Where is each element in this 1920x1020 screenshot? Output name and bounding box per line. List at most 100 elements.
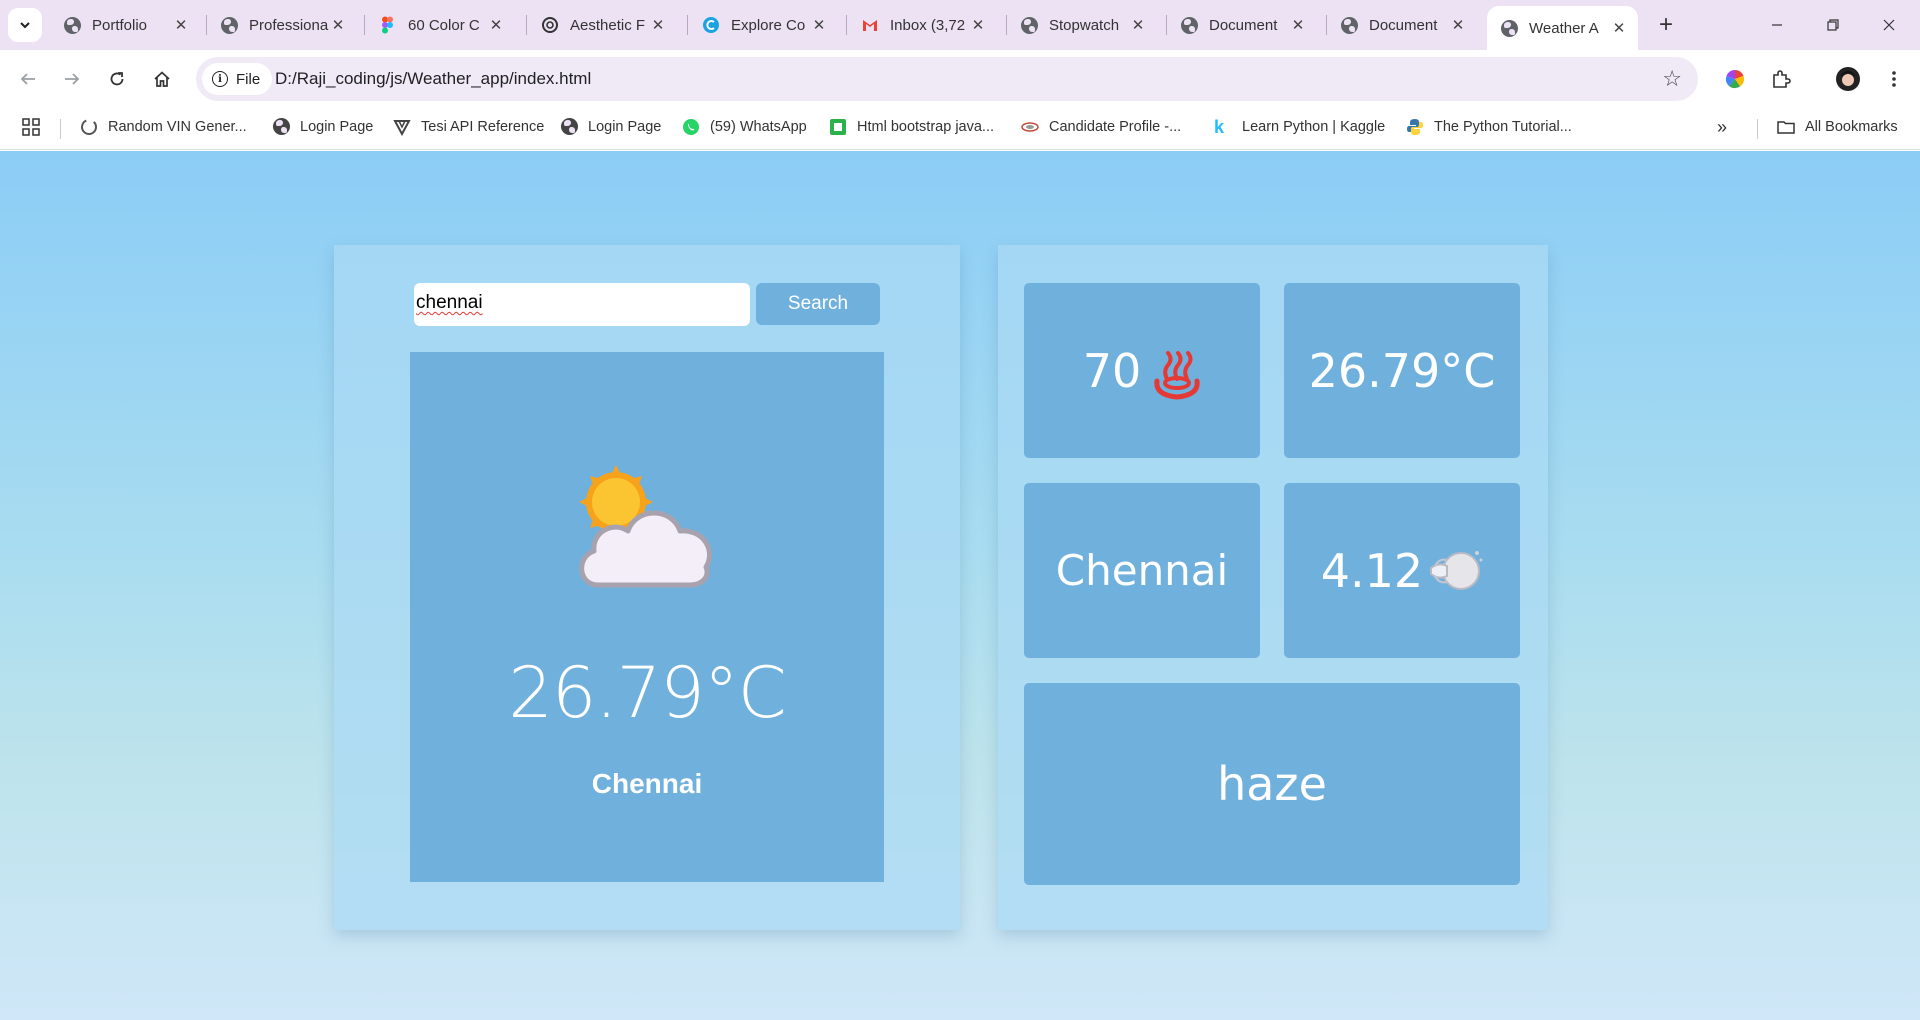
bookmark-label: Tesi API Reference [421, 119, 545, 135]
bookmark-python-tutorial[interactable]: The Python Tutorial... [1406, 118, 1572, 136]
description-tile: haze [1024, 683, 1520, 885]
close-icon[interactable]: ✕ [172, 16, 190, 34]
openai-icon [542, 17, 558, 33]
bookmark-star-icon[interactable]: ☆ [1662, 66, 1682, 92]
reload-button[interactable] [101, 63, 133, 95]
close-icon[interactable]: ✕ [649, 16, 667, 34]
extensions-button[interactable] [1765, 63, 1797, 95]
main-temperature: 26.79°C [508, 652, 786, 734]
city-search-input[interactable] [414, 283, 750, 326]
forward-button[interactable] [56, 63, 88, 95]
hot-springs-icon [1153, 350, 1201, 401]
kebab-menu-icon [1892, 71, 1896, 87]
tab-document-2[interactable]: Document ✕ [1327, 6, 1477, 44]
bookmark-candidate-profile[interactable]: Candidate Profile -... [1021, 118, 1181, 136]
arrow-right-icon [65, 73, 80, 85]
more-bookmarks-button[interactable]: » [1717, 117, 1727, 138]
bookmark-label: Login Page [588, 118, 662, 135]
temperature-tile: 26.79°C [1284, 283, 1520, 458]
main-city: Chennai [591, 768, 703, 799]
address-bar[interactable]: i File D:/Raji_coding/js/Weather_app/ind… [196, 57, 1698, 101]
tab-title: Explore Co [731, 16, 806, 34]
current-weather-card: 26.79°C Chennai [410, 352, 884, 882]
bookmark-html-bootstrap[interactable]: Html bootstrap java... [829, 118, 994, 136]
tab-weather-app[interactable]: Weather A ✕ [1487, 6, 1638, 50]
search-button[interactable]: Search [756, 283, 880, 325]
humidity-value: 70 [1082, 343, 1142, 398]
browser-menu-button[interactable] [1878, 63, 1910, 95]
close-window-button[interactable] [1861, 0, 1917, 50]
tab-aesthetic[interactable]: Aesthetic F ✕ [527, 6, 677, 44]
color-extension-button[interactable] [1719, 63, 1751, 95]
minimize-icon [1772, 24, 1782, 26]
globe-icon [221, 16, 238, 34]
bookmark-kaggle[interactable]: k Learn Python | Kaggle [1214, 118, 1385, 136]
tesi-icon [393, 120, 411, 136]
bookmark-whatsapp[interactable]: (59) WhatsApp [682, 118, 807, 136]
bookmarks-bar: Random VIN Gener... Login Page Tesi API … [0, 108, 1920, 150]
tab-explore[interactable]: Explore Co ✕ [688, 6, 838, 44]
all-bookmarks-button[interactable]: All Bookmarks [1777, 118, 1898, 136]
bookmark-label: Learn Python | Kaggle [1242, 119, 1386, 135]
details-panel: 70 26.79°C Chennai 4.12 haze [998, 245, 1548, 930]
close-icon[interactable]: ✕ [810, 16, 828, 34]
close-icon[interactable]: ✕ [1449, 16, 1467, 34]
home-button[interactable] [146, 63, 178, 95]
back-button[interactable] [12, 63, 44, 95]
url-text[interactable]: D:/Raji_coding/js/Weather_app/index.html [275, 69, 591, 89]
new-tab-button[interactable]: + [1650, 9, 1682, 41]
all-bookmarks-label: All Bookmarks [1805, 119, 1898, 135]
close-icon[interactable]: ✕ [487, 16, 505, 34]
tab-search-button[interactable] [8, 8, 42, 42]
tab-color[interactable]: 60 Color C ✕ [365, 6, 515, 44]
page-viewport: chennai Search 26.79°C Chennai 70 26.79°… [0, 151, 1920, 1020]
folder-icon [1777, 121, 1795, 134]
globe-icon [1181, 16, 1198, 34]
bookmark-label: Random VIN Gener... [108, 119, 247, 135]
tab-title: Document [1369, 16, 1438, 34]
minimize-button[interactable] [1749, 0, 1805, 50]
globe-icon [561, 118, 578, 135]
close-icon[interactable]: ✕ [1610, 19, 1628, 37]
double-chevron-right-icon: » [1717, 117, 1728, 137]
canva-icon [703, 17, 719, 33]
search-panel: chennai Search 26.79°C Chennai [334, 245, 960, 930]
bookmark-label: Candidate Profile -... [1049, 119, 1182, 135]
info-icon: i [212, 71, 228, 87]
bookmark-random-vin[interactable]: Random VIN Gener... [80, 118, 247, 136]
home-icon [154, 71, 170, 87]
tab-stopwatch[interactable]: Stopwatch ✕ [1007, 6, 1157, 44]
weather-description: haze [1217, 757, 1327, 811]
tab-title: Portfolio [92, 16, 148, 34]
bookmark-tesi-api[interactable]: Tesi API Reference [393, 118, 544, 136]
site-info-chip[interactable]: i File [202, 63, 273, 95]
reload-icon [110, 72, 124, 86]
puzzle-icon [1773, 70, 1791, 88]
close-icon [1883, 19, 1895, 31]
tab-title: Inbox (3,72 [890, 16, 966, 34]
apps-button[interactable] [22, 118, 40, 136]
whatsapp-icon [683, 119, 699, 135]
tab-professional[interactable]: Professional ✕ [207, 6, 357, 44]
city-value: Chennai [1055, 546, 1229, 595]
tab-title: Document [1209, 16, 1278, 34]
close-icon[interactable]: ✕ [329, 16, 347, 34]
wind-value: 4.12 [1320, 543, 1424, 598]
bookmark-login-page-2[interactable]: Login Page [561, 118, 661, 135]
tab-inbox[interactable]: Inbox (3,72 ✕ [847, 6, 997, 44]
bookmark-login-page[interactable]: Login Page [273, 118, 373, 135]
tab-document[interactable]: Document ✕ [1167, 6, 1317, 44]
python-icon [1407, 119, 1423, 135]
globe-icon [1501, 19, 1518, 37]
tab-title: Weather A [1529, 19, 1599, 37]
profile-avatar[interactable] [1832, 63, 1864, 95]
close-icon[interactable]: ✕ [1129, 16, 1147, 34]
globe-icon [273, 118, 290, 135]
avatar-icon [1836, 67, 1860, 91]
close-icon[interactable]: ✕ [1289, 16, 1307, 34]
tab-portfolio[interactable]: Portfolio ✕ [50, 6, 200, 44]
close-icon[interactable]: ✕ [969, 16, 987, 34]
color-wheel-icon [1725, 69, 1745, 89]
spinner-icon [81, 119, 97, 135]
restore-button[interactable] [1805, 0, 1861, 50]
